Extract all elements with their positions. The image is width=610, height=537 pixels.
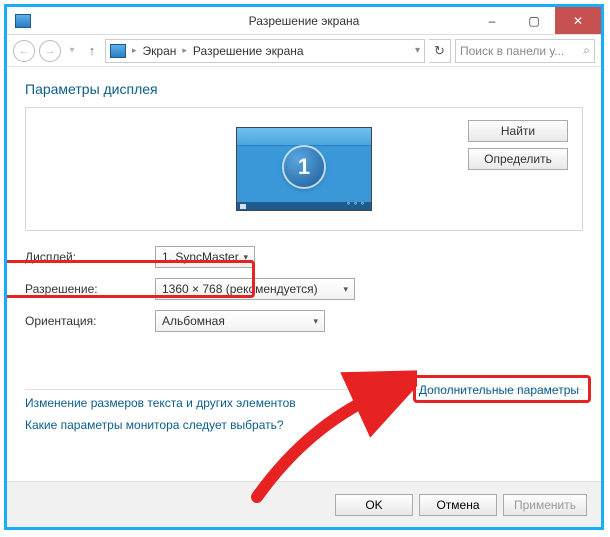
label-resolution: Разрешение: xyxy=(25,282,155,296)
chevron-down-icon: ▾ xyxy=(313,316,318,327)
address-bar[interactable]: ▸ Экран ▸ Разрешение экрана ▾ xyxy=(105,39,425,63)
display-select-value: 1. SyncMaster xyxy=(162,250,239,264)
which-monitor-link[interactable]: Какие параметры монитора следует выбрать… xyxy=(25,418,583,432)
close-button[interactable]: ✕ xyxy=(555,7,601,34)
nav-up-button[interactable]: ↑ xyxy=(83,43,101,58)
breadcrumb-sep: ▸ xyxy=(182,45,187,56)
content-area: Параметры дисплея 1 ∘∘∘ Найти Определить… xyxy=(7,67,601,481)
help-links: Изменение размеров текста и других элеме… xyxy=(25,396,583,432)
page-title: Параметры дисплея xyxy=(25,81,583,97)
display-select[interactable]: 1. SyncMaster ▾ xyxy=(155,246,255,268)
address-dropdown-icon[interactable]: ▾ xyxy=(415,45,420,56)
advanced-settings-link[interactable]: Дополнительные параметры xyxy=(419,383,579,397)
apply-button[interactable]: Применить xyxy=(503,494,587,516)
titlebar: Разрешение экрана – ▢ ✕ xyxy=(7,7,601,35)
search-icon: ⌕ xyxy=(583,43,590,58)
nav-forward-button[interactable]: → xyxy=(39,40,61,62)
breadcrumb-item-resolution[interactable]: Разрешение экрана xyxy=(193,44,304,58)
dialog-footer: OK Отмена Применить xyxy=(7,481,601,527)
minimize-button[interactable]: – xyxy=(471,7,513,34)
nav-back-button[interactable]: ← xyxy=(13,40,35,62)
window: Разрешение экрана – ▢ ✕ ← → ▾ ↑ ▸ Экран … xyxy=(7,7,601,527)
breadcrumb-sep: ▸ xyxy=(132,45,137,56)
monitor-preview-tray-icon: ∘∘∘ xyxy=(346,199,367,208)
monitor-preview[interactable]: 1 ∘∘∘ xyxy=(236,127,372,211)
maximize-button[interactable]: ▢ xyxy=(513,7,555,34)
monitor-icon xyxy=(110,44,126,58)
nav-history-dropdown[interactable]: ▾ xyxy=(65,45,79,56)
identify-button[interactable]: Определить xyxy=(468,148,568,170)
label-display: Дисплей: xyxy=(25,250,155,264)
navbar: ← → ▾ ↑ ▸ Экран ▸ Разрешение экрана ▾ ↻ … xyxy=(7,35,601,67)
monitor-number-badge: 1 xyxy=(284,147,324,187)
find-button[interactable]: Найти xyxy=(468,120,568,142)
row-display: Дисплей: 1. SyncMaster ▾ xyxy=(25,245,583,269)
monitor-preview-wallpaper xyxy=(237,128,371,146)
text-size-link[interactable]: Изменение размеров текста и других элеме… xyxy=(25,396,583,410)
row-resolution: Разрешение: 1360 × 768 (рекомендуется) ▾ xyxy=(25,277,583,301)
breadcrumb-item-screen[interactable]: Экран xyxy=(143,44,177,58)
row-orientation: Ориентация: Альбомная ▾ xyxy=(25,309,583,333)
display-preview-area: 1 ∘∘∘ Найти Определить xyxy=(25,107,583,231)
annotation-outer-frame: Разрешение экрана – ▢ ✕ ← → ▾ ↑ ▸ Экран … xyxy=(4,4,604,530)
preview-buttons: Найти Определить xyxy=(468,120,568,170)
resolution-select-value: 1360 × 768 (рекомендуется) xyxy=(162,282,318,296)
window-controls: – ▢ ✕ xyxy=(471,7,601,34)
monitor-preview-start-icon xyxy=(240,204,246,209)
orientation-select-value: Альбомная xyxy=(162,314,225,328)
refresh-button[interactable]: ↻ xyxy=(429,39,451,63)
cancel-button[interactable]: Отмена xyxy=(419,494,497,516)
label-orientation: Ориентация: xyxy=(25,314,155,328)
chevron-down-icon: ▾ xyxy=(243,252,248,263)
chevron-down-icon: ▾ xyxy=(343,284,348,295)
app-icon xyxy=(15,14,31,28)
search-input[interactable]: Поиск в панели у... ⌕ xyxy=(455,39,595,63)
search-placeholder: Поиск в панели у... xyxy=(460,44,579,58)
orientation-select[interactable]: Альбомная ▾ xyxy=(155,310,325,332)
ok-button[interactable]: OK xyxy=(335,494,413,516)
resolution-select[interactable]: 1360 × 768 (рекомендуется) ▾ xyxy=(155,278,355,300)
